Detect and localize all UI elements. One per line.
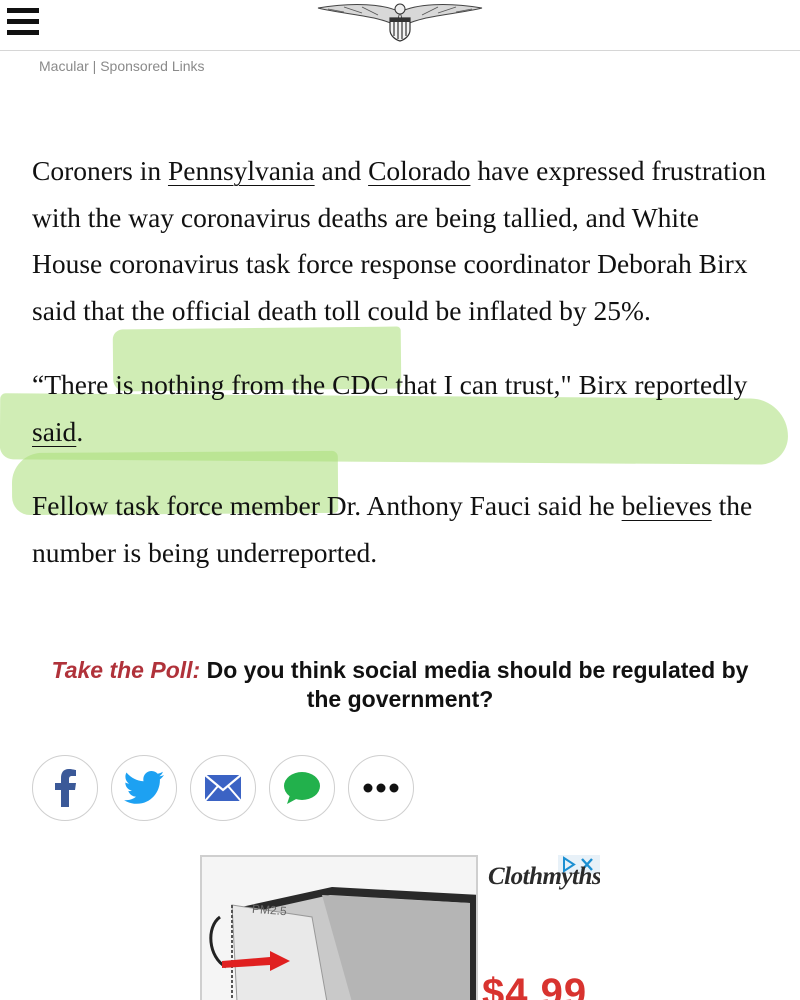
- paragraph-text: Fellow task force member Dr. Anthony Fau…: [32, 490, 622, 521]
- eagle-crest-logo[interactable]: [314, 0, 486, 44]
- email-icon: [204, 774, 242, 802]
- more-share-button[interactable]: [348, 755, 414, 821]
- ad-image-label: PM2.5: [251, 901, 288, 919]
- hamburger-menu-icon[interactable]: [7, 8, 39, 36]
- poll-question: Do you think social media should be regu…: [200, 657, 749, 712]
- facebook-icon: [55, 769, 76, 807]
- message-icon: [284, 772, 320, 804]
- paragraph-text: Coroners in: [32, 155, 168, 186]
- poll-prompt[interactable]: Take the Poll: Do you think social media…: [40, 656, 760, 714]
- more-icon: [363, 783, 399, 793]
- ad-brand-name: Clothmyths: [488, 863, 600, 890]
- face-mask-image: [202, 857, 476, 1000]
- menu-line: [7, 19, 39, 24]
- said-link[interactable]: said: [32, 416, 76, 447]
- facebook-share-button[interactable]: [32, 755, 98, 821]
- ad-product-image[interactable]: PM2.5: [200, 855, 478, 1000]
- paragraph-text: .: [76, 415, 84, 447]
- poll-lead: Take the Poll:: [51, 657, 201, 683]
- menu-line: [7, 8, 39, 13]
- colorado-link[interactable]: Colorado: [368, 155, 470, 186]
- article-body: Coroners in Pennsylvania and Colorado ha…: [32, 148, 772, 576]
- article-paragraph: Fellow task force member Dr. Anthony Fau…: [32, 483, 772, 576]
- top-bar: [0, 0, 800, 51]
- sponsored-links-label: Macular | Sponsored Links: [39, 58, 205, 74]
- sponsored-ad[interactable]: PM2.5 Clothmyths $4.99: [200, 855, 600, 1000]
- believes-link[interactable]: believes: [622, 490, 712, 521]
- quote-text: “There is nothing from the CDC that I ca…: [32, 369, 748, 400]
- paragraph-text: and: [314, 155, 369, 186]
- article-paragraph: Coroners in Pennsylvania and Colorado ha…: [32, 148, 772, 334]
- twitter-icon: [124, 771, 164, 804]
- share-bar: [32, 755, 414, 821]
- twitter-share-button[interactable]: [111, 755, 177, 821]
- email-share-button[interactable]: [190, 755, 256, 821]
- menu-line: [7, 30, 39, 35]
- ad-price: $4.99: [482, 971, 588, 1000]
- pennsylvania-link[interactable]: Pennsylvania: [168, 155, 315, 186]
- article-paragraph: “There is nothing from the CDC that I ca…: [32, 362, 772, 455]
- message-share-button[interactable]: [269, 755, 335, 821]
